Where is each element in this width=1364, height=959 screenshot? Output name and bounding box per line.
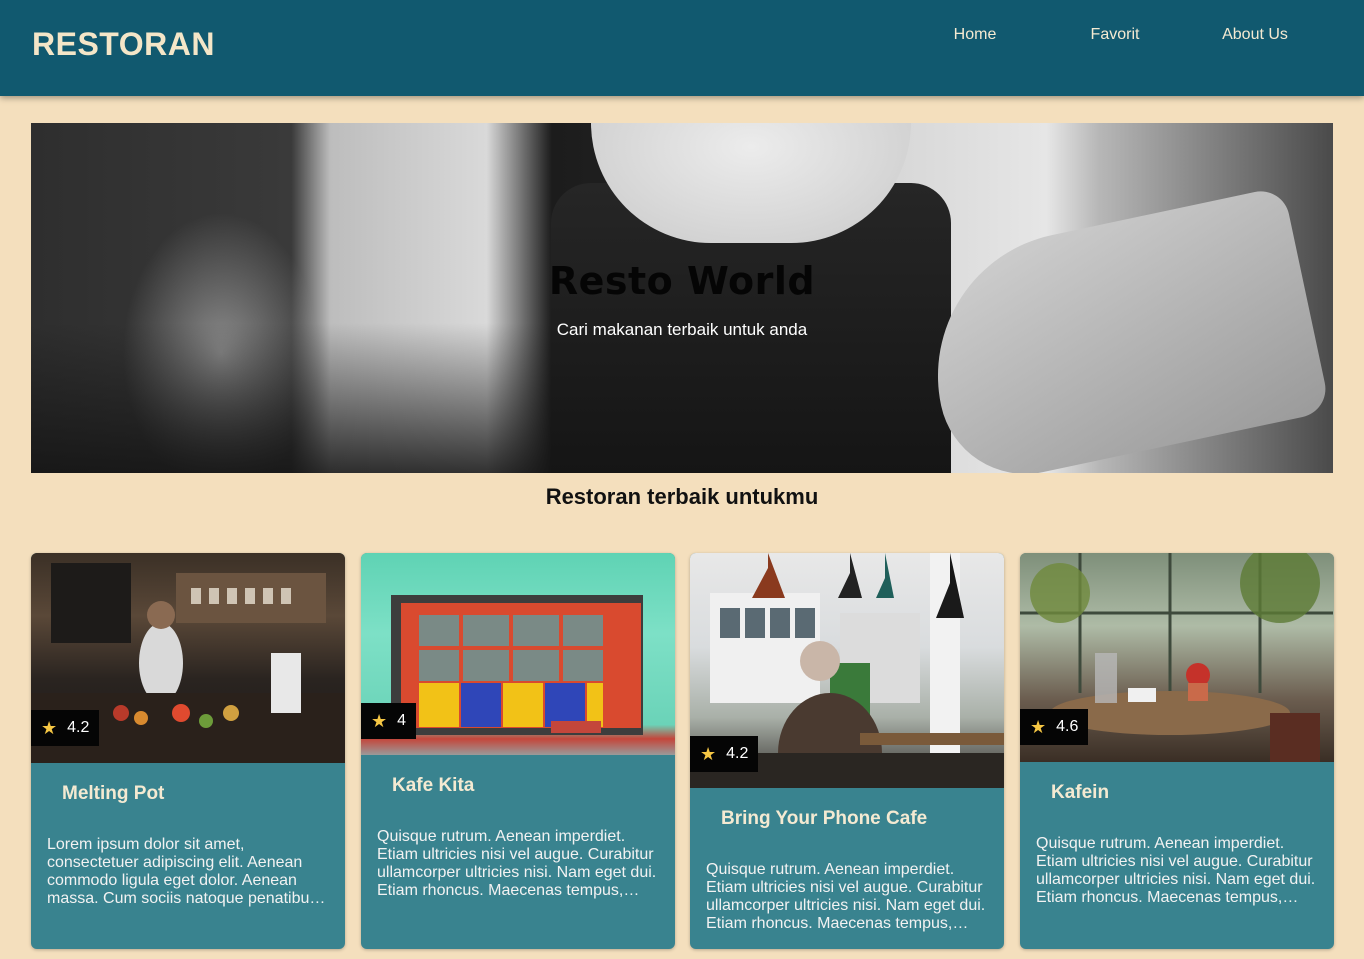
restaurant-description: Lorem ipsum dolor sit amet, consectetuer… xyxy=(47,836,318,907)
hero-image-shadow xyxy=(31,323,591,473)
restaurant-name[interactable]: Kafein xyxy=(1051,782,1109,804)
restaurant-description: Quisque rutrum. Aenean imperdiet. Etiam … xyxy=(706,861,986,932)
restaurant-name[interactable]: Melting Pot xyxy=(62,783,164,805)
hero-banner: Resto World Cari makanan terbaik untuk a… xyxy=(31,123,1333,473)
site-header: RESTORAN Home Favorit About Us xyxy=(0,0,1364,96)
rating-badge: ★ 4.6 xyxy=(1020,709,1089,745)
rating-value: 4.2 xyxy=(67,719,90,736)
brand-logo[interactable]: RESTORAN xyxy=(32,26,215,63)
restaurant-name[interactable]: Bring Your Phone Cafe xyxy=(721,808,927,830)
restaurant-card[interactable]: ★ 4 Kafe Kita Quisque rutrum. Aenean imp… xyxy=(361,553,675,949)
nav-home-link[interactable]: Home xyxy=(925,25,1025,45)
restaurant-card[interactable]: ★ 4.2 Melting Pot Lorem ipsum dolor sit … xyxy=(31,553,345,949)
rating-value: 4 xyxy=(397,712,407,729)
section-title: Restoran terbaik untukmu xyxy=(545,484,819,509)
rating-badge: ★ 4.2 xyxy=(690,736,759,772)
star-icon: ★ xyxy=(371,710,388,731)
rating-value: 4.2 xyxy=(726,745,749,762)
nav-about-link[interactable]: About Us xyxy=(1205,25,1305,45)
star-icon: ★ xyxy=(41,717,58,738)
restaurant-description: Quisque rutrum. Aenean imperdiet. Etiam … xyxy=(1036,835,1316,906)
nav-favorit-link[interactable]: Favorit xyxy=(1065,25,1165,45)
rating-badge: ★ 4.2 xyxy=(31,710,100,746)
hero-subtitle: Cari makanan terbaik untuk anda xyxy=(556,320,808,339)
restaurant-name[interactable]: Kafe Kita xyxy=(392,775,474,797)
rating-value: 4.6 xyxy=(1056,718,1079,735)
restaurant-card[interactable]: ★ 4.6 Kafein Quisque rutrum. Aenean impe… xyxy=(1020,553,1334,949)
restaurant-card[interactable]: ★ 4.2 Bring Your Phone Cafe Quisque rutr… xyxy=(690,553,1004,949)
restaurant-description: Quisque rutrum. Aenean imperdiet. Etiam … xyxy=(377,828,657,899)
star-icon: ★ xyxy=(1030,716,1047,737)
star-icon: ★ xyxy=(700,743,717,764)
hero-title: Resto World xyxy=(548,259,816,303)
rating-badge: ★ 4 xyxy=(361,703,417,739)
